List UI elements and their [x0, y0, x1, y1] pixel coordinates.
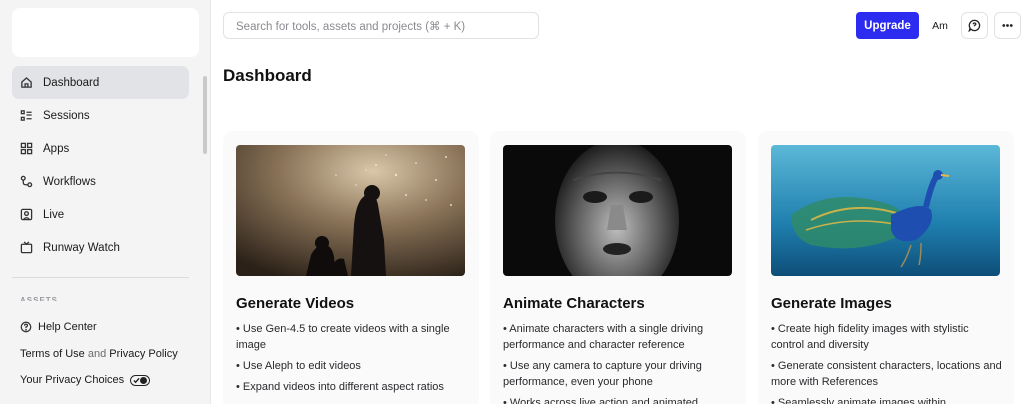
- sidebar-nav: Dashboard Sessions Apps Workflows Live R…: [12, 66, 189, 264]
- sidebar: Dashboard Sessions Apps Workflows Live R…: [0, 0, 211, 404]
- tool-card-generate-videos[interactable]: Generate Videos • Use Gen-4.5 to create …: [223, 131, 479, 404]
- card-thumbnail: [503, 145, 732, 276]
- list-item: • Animate characters with a single drivi…: [503, 323, 704, 351]
- legal-links: Terms of Use and Privacy Policy: [20, 348, 178, 360]
- live-icon: [19, 208, 33, 222]
- tool-card-generate-images[interactable]: Generate Images • Create high fidelity i…: [758, 131, 1014, 404]
- workspace-logo[interactable]: [12, 8, 199, 57]
- search-input[interactable]: Search for tools, assets and projects (⌘…: [223, 12, 539, 39]
- sidebar-scrollbar[interactable]: [203, 76, 207, 154]
- chat-help-icon: [968, 19, 981, 32]
- card-bullets: • Create high fidelity images with styli…: [771, 321, 1003, 404]
- sidebar-item-label: Workflows: [43, 175, 96, 188]
- sidebar-item-label: Runway Watch: [43, 241, 120, 254]
- card-title: Animate Characters: [503, 295, 645, 312]
- sidebar-item-workflows[interactable]: Workflows: [12, 165, 189, 198]
- list-item: • Create high fidelity images with styli…: [771, 323, 969, 351]
- privacy-options-icon: [130, 374, 151, 386]
- list-item: • Seamlessly animate images within: [771, 397, 947, 404]
- tv-icon: [19, 241, 33, 255]
- privacy-choices-label: Your Privacy Choices: [20, 374, 125, 386]
- card-title: Generate Images: [771, 295, 892, 312]
- privacy-choices-link[interactable]: Your Privacy Choices: [20, 374, 151, 386]
- legal-and-text: and: [87, 348, 107, 360]
- card-bullets: • Animate characters with a single drivi…: [503, 321, 735, 404]
- sidebar-item-sessions[interactable]: Sessions: [12, 99, 189, 132]
- list-icon: [19, 109, 33, 123]
- list-item: • Use Aleph to edit videos: [236, 360, 361, 372]
- help-icon: [20, 321, 32, 333]
- page-title: Dashboard: [223, 66, 312, 85]
- list-item: • Generate consistent characters, locati…: [771, 360, 1002, 388]
- avatar[interactable]: Am: [926, 12, 954, 39]
- list-item: • Use Gen-4.5 to create videos with a si…: [236, 323, 450, 351]
- sidebar-divider: [12, 277, 189, 278]
- upgrade-button[interactable]: Upgrade: [856, 12, 919, 39]
- sidebar-item-live[interactable]: Live: [12, 198, 189, 231]
- search-placeholder: Search for tools, assets and projects (⌘…: [236, 20, 466, 33]
- app-root: Dashboard Sessions Apps Workflows Live R…: [0, 0, 1024, 404]
- workflow-icon: [19, 175, 33, 189]
- more-menu-button[interactable]: [994, 12, 1021, 39]
- list-item: • Expand videos into different aspect ra…: [236, 381, 444, 393]
- sidebar-item-label: Live: [43, 208, 65, 221]
- sidebar-item-runway-watch[interactable]: Runway Watch: [12, 231, 189, 264]
- sidebar-item-label: Dashboard: [43, 76, 100, 89]
- list-item: • Use any camera to capture your driving…: [503, 360, 702, 388]
- card-thumbnail: [771, 145, 1000, 276]
- list-item: • Works across live action and animated: [503, 397, 699, 404]
- sidebar-item-label: Sessions: [43, 109, 90, 122]
- privacy-policy-link[interactable]: Privacy Policy: [109, 348, 177, 360]
- sidebar-item-apps[interactable]: Apps: [12, 132, 189, 165]
- home-icon: [19, 76, 33, 90]
- sidebar-item-dashboard[interactable]: Dashboard: [12, 66, 189, 99]
- feedback-button[interactable]: [961, 12, 988, 39]
- terms-of-use-link[interactable]: Terms of Use: [20, 348, 85, 360]
- card-title: Generate Videos: [236, 295, 355, 312]
- grid-icon: [19, 142, 33, 156]
- card-thumbnail: [236, 145, 465, 276]
- sidebar-item-label: Apps: [43, 142, 70, 155]
- section-heading-assets: ASSETS: [20, 296, 59, 301]
- help-center-link[interactable]: Help Center: [20, 321, 97, 333]
- tool-card-animate-characters[interactable]: Animate Characters • Animate characters …: [490, 131, 746, 404]
- card-bullets: • Use Gen-4.5 to create videos with a si…: [236, 321, 468, 400]
- help-center-label: Help Center: [38, 321, 97, 333]
- more-horizontal-icon: [1002, 24, 1013, 27]
